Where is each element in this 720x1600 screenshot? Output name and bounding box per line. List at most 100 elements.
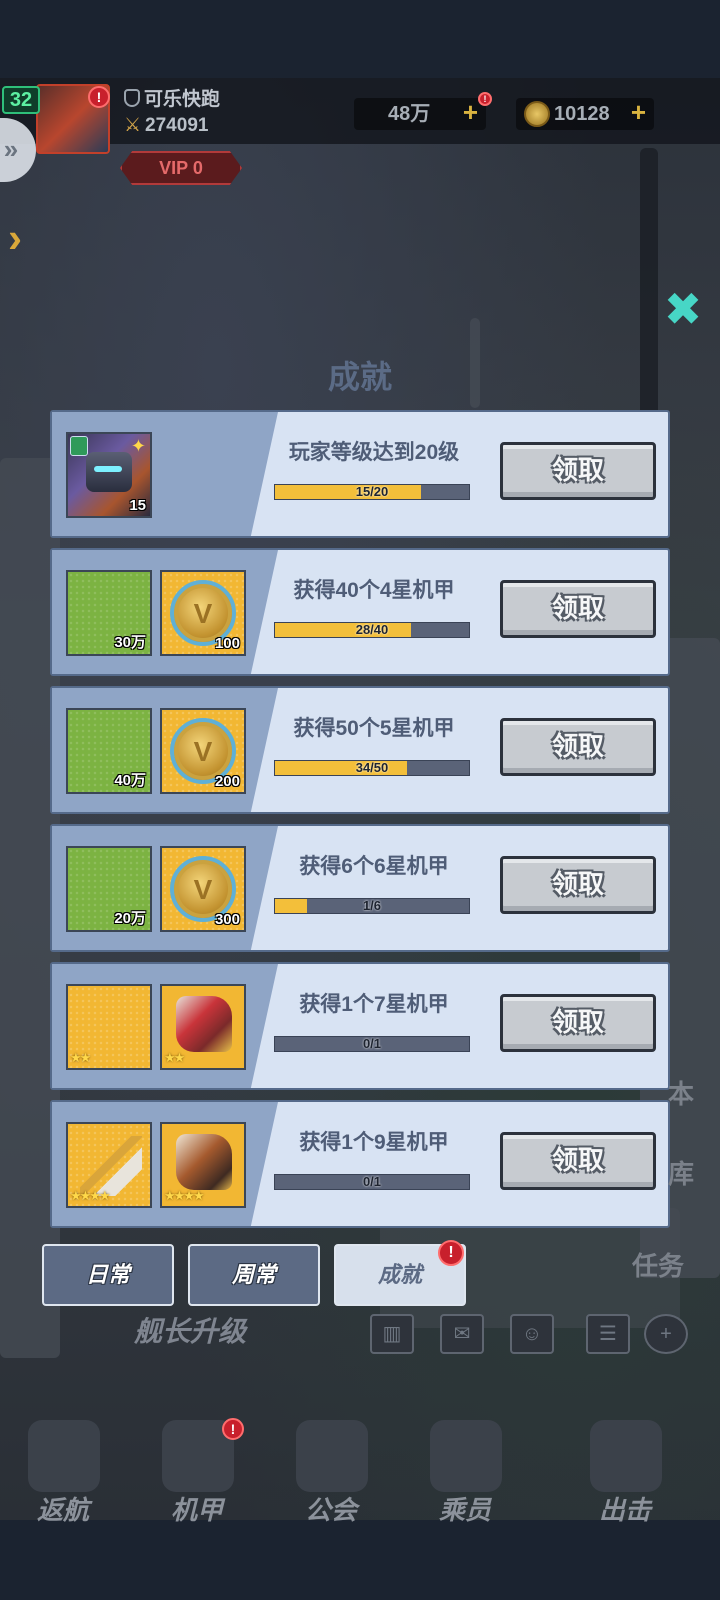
claim-button[interactable]: 领取 <box>500 1132 656 1190</box>
progress-bar: 15/20 <box>274 484 470 500</box>
mail-icon[interactable]: ✉ <box>440 1314 484 1354</box>
star-rating: ★★★★ <box>70 1188 111 1203</box>
avatar-alert-icon: ! <box>88 86 110 108</box>
progress-text: 34/50 <box>355 760 389 775</box>
claim-button[interactable]: 领取 <box>500 442 656 500</box>
progress-text: 28/40 <box>355 622 389 637</box>
mech-head-icon <box>86 452 132 492</box>
chevron-right-icon[interactable]: › <box>8 214 22 262</box>
reward-mech-portrait[interactable]: ✦ 15 <box>66 432 152 518</box>
achievement-card: 20万 V 300 获得6个6星机甲 1/6 领取 <box>50 824 670 952</box>
achievement-card: ★★ ★★ 获得1个7星机甲 0/1 领取 <box>50 962 670 1090</box>
claim-button[interactable]: 领取 <box>500 718 656 776</box>
crossed-swords-icon: ⚔ <box>124 115 142 136</box>
progress-text: 15/20 <box>355 484 389 499</box>
hammer-icon <box>590 1420 662 1492</box>
reward-mech[interactable]: ★★ <box>160 984 246 1070</box>
currency-medal-amount: 10128 <box>554 103 610 125</box>
achievement-card: 30万 V 100 获得40个4星机甲 28/40 领取 <box>50 548 670 676</box>
close-icon[interactable]: ✖ <box>660 286 706 332</box>
progress-bar: 0/1 <box>274 1036 470 1052</box>
reward-green-item[interactable]: 30万 <box>66 570 152 656</box>
captain-upgrade-label[interactable]: 舰长升级 <box>134 1310 246 1350</box>
nav-label: 机甲 <box>170 1495 223 1525</box>
portal-icon <box>28 1420 100 1492</box>
achievement-card: ★★★★ ★★★★ 获得1个9星机甲 0/1 领取 <box>50 1100 670 1228</box>
reward-qty: 20万 <box>114 910 146 927</box>
currency-medal: 10128 + <box>516 96 654 130</box>
reward-weapon[interactable]: ★★★★ <box>66 1122 152 1208</box>
tab-alert-icon: ! <box>438 1240 464 1266</box>
reward-mech[interactable]: ★★★★ <box>160 1122 246 1208</box>
side-label: 任务 <box>632 1251 685 1281</box>
star-icon: ✦ <box>130 436 146 456</box>
medal-coin-icon <box>524 101 550 127</box>
claim-button[interactable]: 领取 <box>500 580 656 638</box>
nav-alert-icon: ! <box>222 1418 244 1440</box>
reward-medal[interactable]: V 100 <box>160 570 246 656</box>
mech-icon <box>176 996 232 1052</box>
player-level-badge: 32 <box>2 86 40 114</box>
weapon-icon <box>80 1136 142 1196</box>
player-power: 274091 <box>145 115 209 136</box>
system-bottom-bar <box>0 1520 720 1600</box>
reward-qty: 200 <box>214 773 240 790</box>
side-label: 本 <box>668 1079 695 1109</box>
progress-text: 0/1 <box>362 1174 382 1189</box>
nav-crew[interactable]: 乘员 <box>410 1420 520 1530</box>
add-icon[interactable]: + <box>644 1314 688 1354</box>
progress-text: 1/6 <box>362 898 382 913</box>
achievement-list[interactable]: ✦ 15 玩家等级达到20级 15/20 领取 30万 V 100 获得40个4… <box>50 410 674 1228</box>
reward-gold-item[interactable]: ★★ <box>66 984 152 1070</box>
reward-qty: 100 <box>214 635 240 652</box>
reward-qty: 300 <box>214 911 240 928</box>
claim-button[interactable]: 领取 <box>500 994 656 1052</box>
progress-text: 0/1 <box>362 1036 382 1051</box>
nav-return[interactable]: 返航 <box>8 1420 118 1530</box>
stats-icon[interactable]: ▥ <box>370 1314 414 1354</box>
tab-weekly[interactable]: 周常 <box>188 1244 320 1306</box>
tab-daily[interactable]: 日常 <box>42 1244 174 1306</box>
reward-medal[interactable]: V 300 <box>160 846 246 932</box>
currency-gold-amount: 48万 <box>388 103 431 125</box>
friends-icon[interactable]: ☺ <box>510 1314 554 1354</box>
reward-qty: 40万 <box>114 772 146 789</box>
achievement-title: 获得1个9星机甲 <box>299 1131 449 1154</box>
reward-qty: 30万 <box>114 634 146 651</box>
progress-bar: 1/6 <box>274 898 470 914</box>
player-name: 可乐快跑 <box>144 89 221 110</box>
progress-bar: 34/50 <box>274 760 470 776</box>
nav-attack[interactable]: 出击 <box>570 1420 680 1530</box>
currency-gold: 48万 + <box>354 96 486 130</box>
side-label: 库 <box>668 1159 695 1189</box>
page-title: 成就 <box>327 359 392 395</box>
currency-alert-icon: ! <box>478 92 492 106</box>
add-medal-icon[interactable]: + <box>631 96 646 128</box>
reward-medal[interactable]: V 200 <box>160 708 246 794</box>
achievement-card: 40万 V 200 获得50个5星机甲 34/50 领取 <box>50 686 670 814</box>
player-power-row: ⚔ 274091 <box>124 114 324 142</box>
chat-icon[interactable]: ☰ <box>586 1314 630 1354</box>
claim-button[interactable]: 领取 <box>500 856 656 914</box>
nav-label: 乘员 <box>438 1495 491 1525</box>
achievement-title: 获得50个5星机甲 <box>293 717 455 740</box>
vip-badge[interactable]: VIP 0 <box>120 151 242 185</box>
star-rating: ★★★★ <box>164 1188 205 1203</box>
achievement-title: 玩家等级达到20级 <box>288 441 460 464</box>
nav-label: 公会 <box>304 1495 357 1525</box>
reward-qty: 15 <box>129 497 146 514</box>
achievement-title: 获得1个7星机甲 <box>299 993 449 1016</box>
progress-bar: 28/40 <box>274 622 470 638</box>
achievement-title: 获得6个6星机甲 <box>299 855 449 878</box>
shield-icon <box>124 89 140 107</box>
progress-bar: 0/1 <box>274 1174 470 1190</box>
add-gold-icon[interactable]: + <box>463 96 478 128</box>
crew-icon <box>430 1420 502 1492</box>
reward-green-item[interactable]: 40万 <box>66 708 152 794</box>
nav-guild[interactable]: 公会 <box>276 1420 386 1530</box>
player-name-row: 可乐快跑 <box>124 84 294 112</box>
achievement-title: 获得40个4星机甲 <box>293 579 455 602</box>
guild-icon <box>296 1420 368 1492</box>
star-rating: ★★ <box>70 1050 91 1065</box>
reward-green-item[interactable]: 20万 <box>66 846 152 932</box>
